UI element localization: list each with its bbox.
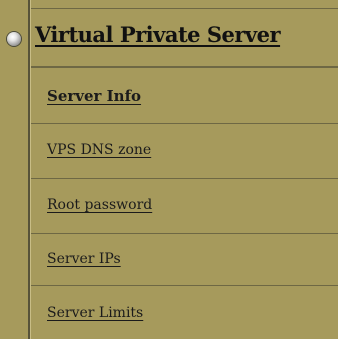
menu-item-root-password: Root password [31, 179, 338, 234]
virtual-private-server-link[interactable]: Virtual Private Server [35, 22, 281, 47]
menu-header: Virtual Private Server [31, 8, 338, 68]
server-ips-link[interactable]: Server IPs [47, 251, 121, 267]
vps-sidebar-menu: Virtual Private Server Server Info VPS D… [0, 0, 338, 339]
radio-bullet-icon [7, 32, 21, 46]
menu-item-server-ips: Server IPs [31, 234, 338, 286]
menu-item-vps-dns-zone: VPS DNS zone [31, 124, 338, 179]
server-info-link[interactable]: Server Info [47, 87, 141, 105]
server-limits-link[interactable]: Server Limits [47, 305, 143, 321]
menu-item-server-info: Server Info [31, 68, 338, 124]
menu-rail [0, 0, 28, 339]
vps-dns-zone-link[interactable]: VPS DNS zone [47, 142, 151, 158]
root-password-link[interactable]: Root password [47, 197, 152, 213]
menu-item-server-limits: Server Limits [31, 286, 338, 339]
